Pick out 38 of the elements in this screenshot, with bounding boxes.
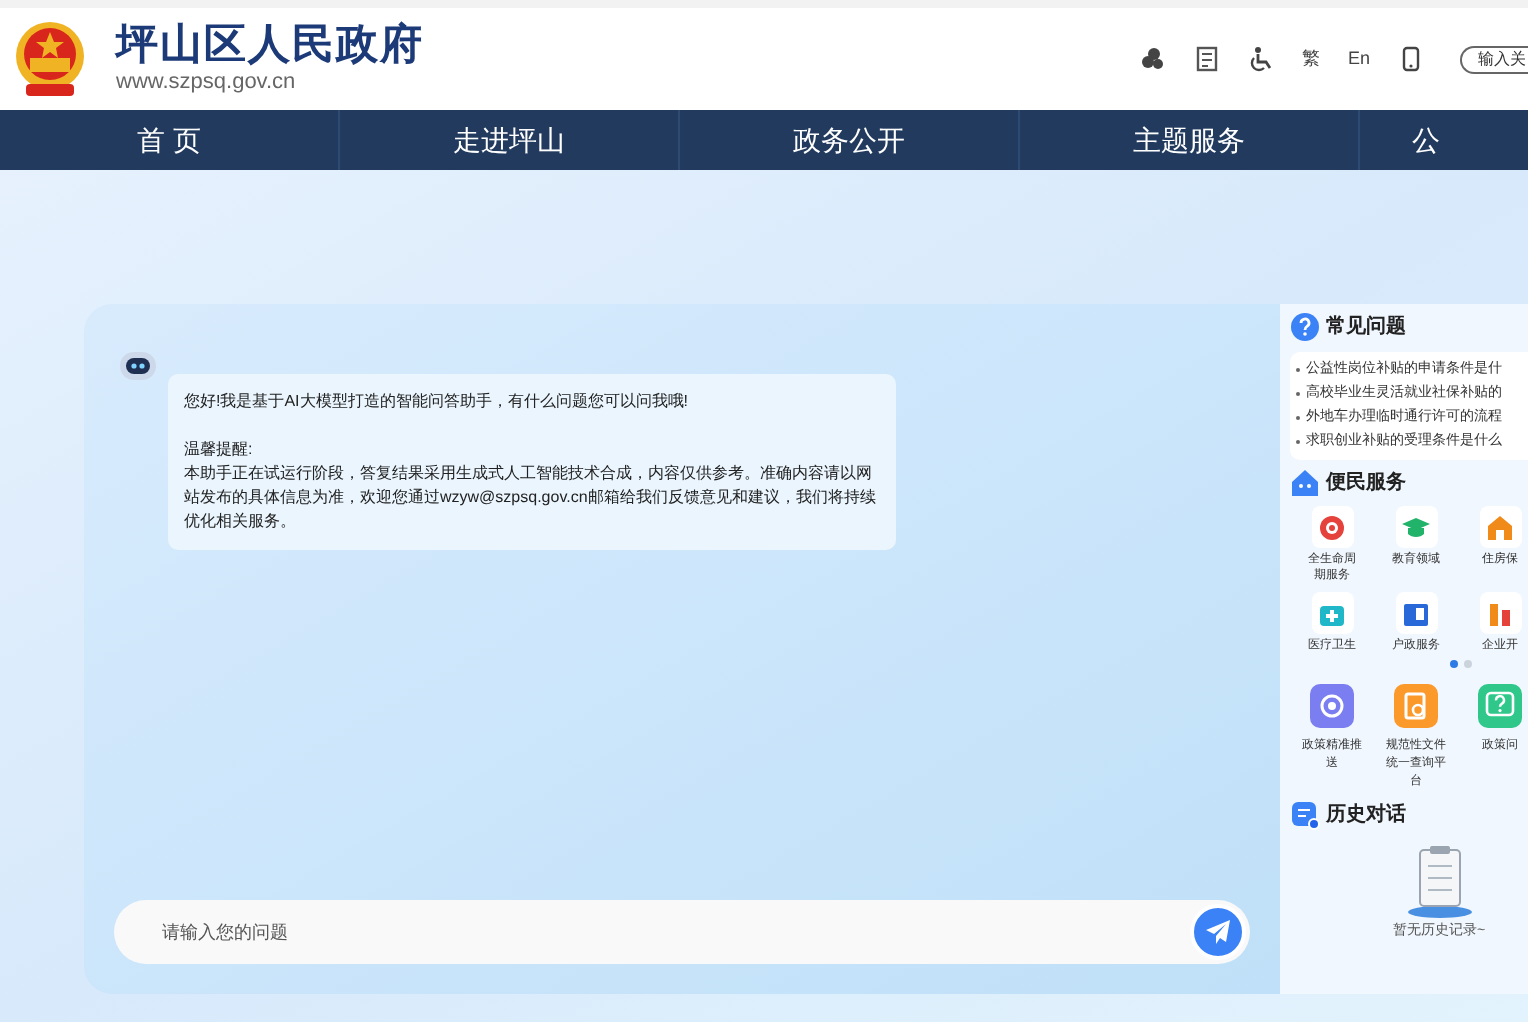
service-tile[interactable] <box>1395 506 1437 548</box>
document-icon <box>1193 46 1220 72</box>
robot-avatar-icon <box>118 348 158 384</box>
house-icon <box>1484 511 1516 543</box>
search-field[interactable]: 输入关 <box>1460 45 1528 73</box>
language-link[interactable]: En <box>1347 45 1370 73</box>
question-icon <box>1290 312 1320 342</box>
section-title: 历史对话 <box>1326 801 1406 830</box>
service-tile[interactable] <box>1479 592 1521 634</box>
service-tile[interactable] <box>1395 592 1437 634</box>
question-bubble-icon <box>1484 690 1516 722</box>
service-tile[interactable] <box>1311 506 1353 548</box>
chat-history-icon <box>1290 800 1320 830</box>
tool-tile[interactable] <box>1394 684 1438 728</box>
send-button[interactable] <box>1190 900 1250 964</box>
notice-text: 本助手正在试运行阶段，答复结果采用生成式人工智能技术合成，内容仅供参考。准确内容请以网站发布的具体信息为准，欢迎您通过wzyw@szpsq.gov.cn邮箱给我们反馈意见和建议，我们将持续优化相关服务。 <box>184 462 878 534</box>
tool-tile[interactable] <box>1310 684 1354 728</box>
wheelchair-icon <box>1247 46 1274 72</box>
section-title: 便民服务 <box>1326 469 1406 498</box>
mobile-phone-icon <box>1398 46 1424 72</box>
service-tile[interactable] <box>1311 592 1353 634</box>
language-link[interactable]: 繁 <box>1301 45 1320 73</box>
site-title: 坪山区人民政府 <box>116 22 424 70</box>
notice-title: 温馨提醒: <box>184 438 255 462</box>
target-icon <box>1316 511 1348 543</box>
service-tile[interactable] <box>1479 506 1521 548</box>
greeting-text: 您好!我是基于AI大模型打造的智能问答助手，有什么问题您可以问我哦! <box>184 390 691 414</box>
people-icon <box>1139 46 1166 72</box>
nav-link[interactable]: 公 <box>1360 110 1500 170</box>
tool-tile[interactable] <box>1478 684 1522 728</box>
emblem-icon <box>12 19 88 99</box>
house-face-icon <box>1290 468 1320 498</box>
section-title: 常见问题 <box>1326 313 1406 342</box>
question-input-field[interactable]: 请输入您的问题 <box>114 900 1190 964</box>
paper-plane-icon <box>1204 918 1232 946</box>
document-search-icon <box>1400 690 1432 722</box>
target-icon <box>1316 690 1348 722</box>
site-url: www.szpsq.gov.cn <box>116 70 298 96</box>
